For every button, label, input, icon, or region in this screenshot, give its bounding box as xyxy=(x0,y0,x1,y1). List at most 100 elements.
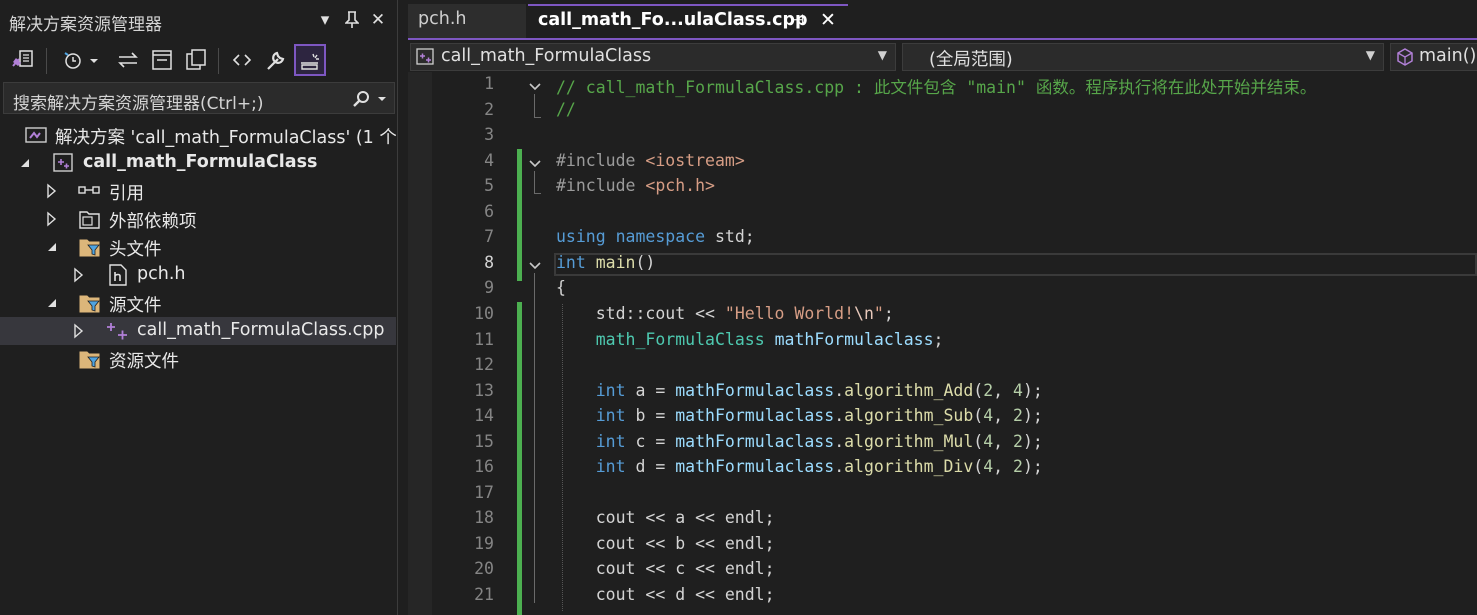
pin-tab-icon[interactable]: ⊣ xyxy=(791,11,804,29)
tree-item-resource-files[interactable]: 资源文件 xyxy=(0,345,396,373)
tree-item-project[interactable]: call_math_FormulaClass xyxy=(0,149,396,177)
code-line[interactable]: cout << a << endl; xyxy=(556,508,775,527)
tree-item-source-files[interactable]: 源文件 xyxy=(0,289,396,317)
sync-with-active-document-icon[interactable] xyxy=(112,44,144,76)
code-line[interactable]: #include <iostream> xyxy=(556,151,745,170)
collapse-region-icon[interactable] xyxy=(528,156,542,170)
code-line[interactable]: // xyxy=(556,100,576,119)
references-icon xyxy=(78,180,102,202)
line-number: 12 xyxy=(474,355,494,375)
line-number: 13 xyxy=(474,380,494,400)
tree-item-pch-h[interactable]: pch.h xyxy=(0,261,396,289)
pin-icon[interactable] xyxy=(340,6,364,34)
tree-item-label: 源文件 xyxy=(109,296,162,316)
tree-item-solution[interactable]: 解决方案 'call_math_FormulaClass' (1 个项目 xyxy=(0,121,396,149)
line-number: 5 xyxy=(484,176,494,196)
solution-explorer-toolbar xyxy=(0,40,396,82)
search-icon[interactable] xyxy=(351,89,371,109)
tree-item-label: pch.h xyxy=(137,264,186,284)
switch-views-icon[interactable] xyxy=(8,44,40,76)
cpp-file-icon xyxy=(106,320,130,342)
collapse-all-icon[interactable] xyxy=(146,44,178,76)
collapse-region-icon[interactable] xyxy=(528,79,542,93)
tree-item-label: 外部依赖项 xyxy=(109,212,197,232)
code-line[interactable]: int b = mathFormulaclass.algorithm_Sub(4… xyxy=(556,406,1043,425)
line-number: 21 xyxy=(474,585,494,604)
line-number: 7 xyxy=(484,227,494,247)
fold-region-line xyxy=(534,272,541,603)
tree-item-header-files[interactable]: 头文件 xyxy=(0,233,396,261)
cpp-project-icon xyxy=(52,152,76,174)
code-line[interactable]: cout << c << endl; xyxy=(556,559,775,578)
tab-label: pch.h xyxy=(418,9,467,29)
fold-region-line xyxy=(534,170,541,195)
code-line[interactable]: int a = mathFormulaclass.algorithm_Add(2… xyxy=(556,381,1043,400)
tree-item-label: 解决方案 'call_math_FormulaClass' (1 个项目 xyxy=(55,128,396,148)
window-position-dropdown-icon[interactable]: ▾ xyxy=(313,6,337,34)
code-line[interactable]: // call_math_FormulaClass.cpp : 此文件包含 "m… xyxy=(556,74,1316,98)
expanded-arrow-icon[interactable] xyxy=(45,295,59,311)
change-tracking-bar xyxy=(517,148,522,281)
close-tab-icon[interactable]: ✕ xyxy=(820,9,836,31)
code-line[interactable]: math_FormulaClass mathFormulaclass; xyxy=(556,330,944,349)
tree-item-label: call_math_FormulaClass xyxy=(83,152,318,172)
scope-dropdown[interactable]: (全局范围) ▼ xyxy=(902,43,1384,71)
project-dropdown[interactable]: call_math_FormulaClass ▼ xyxy=(410,43,896,71)
indent-guide xyxy=(562,303,563,611)
solution-explorer-panel: 解决方案资源管理器 ▾ ✕ 搜索解决方案资源管理器(Ctrl+;) 解决方案 '… xyxy=(0,0,398,615)
tab-label: call_math_Fo...ulaClass.cpp xyxy=(538,10,808,30)
code-line[interactable]: { xyxy=(556,278,566,297)
tree-item-cpp-file[interactable]: call_math_FormulaClass.cpp xyxy=(0,317,396,345)
line-number: 6 xyxy=(484,201,494,221)
code-line[interactable]: #include <pch.h> xyxy=(556,176,715,195)
chevron-down-icon[interactable] xyxy=(86,44,102,76)
scope-dropdown-value: (全局范围) xyxy=(929,50,1013,70)
code-line[interactable]: int main() xyxy=(556,253,655,272)
tab-pch-h[interactable]: pch.h xyxy=(408,4,526,38)
code-line[interactable]: int c = mathFormulaclass.algorithm_Mul(4… xyxy=(556,432,1043,451)
code-line[interactable]: cout << b << endl; xyxy=(556,534,775,553)
tab-call-math-formulaclass-cpp[interactable]: call_math_Fo...ulaClass.cpp ⊣ ✕ xyxy=(528,4,848,38)
panel-title: 解决方案资源管理器 xyxy=(9,15,162,35)
solution-explorer-search-input[interactable]: 搜索解决方案资源管理器(Ctrl+;) xyxy=(3,82,395,114)
view-code-icon[interactable] xyxy=(226,44,258,76)
line-number: 14 xyxy=(474,406,494,426)
code-editor[interactable]: 1 // call_math_FormulaClass.cpp : 此文件包含 "… xyxy=(408,72,1477,615)
search-options-dropdown-icon[interactable] xyxy=(376,93,388,105)
line-number: 20 xyxy=(474,559,494,579)
change-tracking-bar xyxy=(517,301,522,615)
line-number: 17 xyxy=(474,482,494,502)
collapsed-arrow-icon[interactable] xyxy=(72,323,86,339)
properties-wrench-icon[interactable] xyxy=(260,44,292,76)
show-all-files-icon[interactable] xyxy=(180,44,212,76)
member-dropdown-value: main() xyxy=(1419,46,1477,66)
collapsed-arrow-icon[interactable] xyxy=(45,183,59,199)
expanded-arrow-icon[interactable] xyxy=(18,155,32,171)
line-number: 2 xyxy=(484,99,494,119)
close-icon[interactable]: ✕ xyxy=(366,6,390,34)
filter-folder-icon xyxy=(78,348,102,370)
preview-selected-items-icon[interactable] xyxy=(294,44,326,76)
collapsed-arrow-icon[interactable] xyxy=(72,267,86,283)
code-line[interactable]: std::cout << "Hello World!\n"; xyxy=(556,304,894,323)
navigation-bar: call_math_FormulaClass ▼ (全局范围) ▼ main() xyxy=(408,40,1477,72)
line-number: 19 xyxy=(474,533,494,553)
member-dropdown[interactable]: main() xyxy=(1390,43,1477,71)
line-number: 11 xyxy=(474,329,494,349)
cpp-project-icon xyxy=(416,48,434,65)
line-number: 9 xyxy=(484,278,494,298)
filter-folder-icon xyxy=(78,292,102,314)
method-cube-icon xyxy=(1397,48,1413,66)
filter-folder-icon xyxy=(78,236,102,258)
tree-item-label: 资源文件 xyxy=(109,352,179,372)
code-line[interactable]: cout << d << endl; xyxy=(556,585,775,604)
chevron-down-icon: ▼ xyxy=(877,48,887,62)
code-line[interactable]: using namespace std; xyxy=(556,227,755,246)
collapse-region-icon[interactable] xyxy=(528,258,542,272)
tree-item-external-dependencies[interactable]: 外部依赖项 xyxy=(0,205,396,233)
code-line[interactable]: int d = mathFormulaclass.algorithm_Div(4… xyxy=(556,457,1043,476)
expanded-arrow-icon[interactable] xyxy=(45,239,59,255)
tree-item-references[interactable]: 引用 xyxy=(0,177,396,205)
fold-region-line xyxy=(534,94,541,118)
collapsed-arrow-icon[interactable] xyxy=(45,211,59,227)
